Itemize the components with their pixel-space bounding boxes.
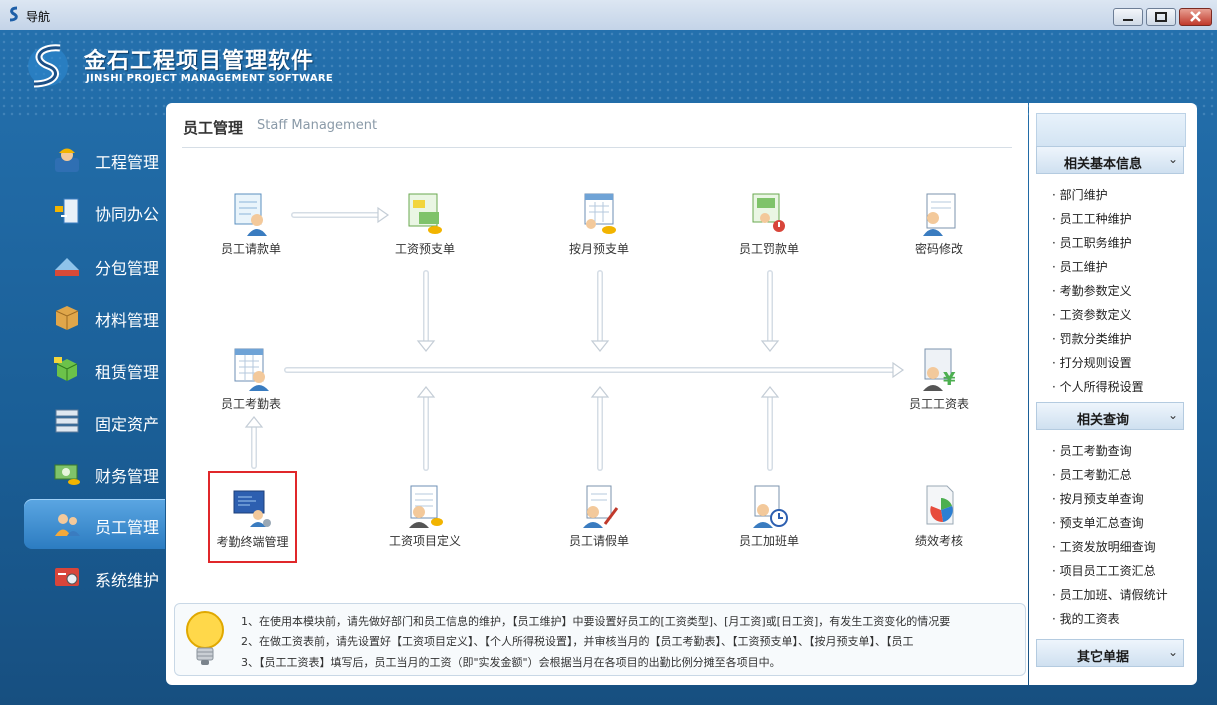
nav-item-subcontract[interactable]: 分包管理 [24, 240, 165, 290]
section-queries-header[interactable]: 相关查询 ⌄ [1036, 402, 1184, 430]
link-department[interactable]: 部门维护 [1052, 186, 1108, 203]
page-subtitle: Staff Management [257, 118, 378, 133]
fn-leave-request[interactable]: 员工请假单 [551, 484, 647, 564]
nav-item-system[interactable]: 系统维护 [24, 552, 165, 602]
app-logo-icon [9, 6, 18, 22]
nav-item-finance[interactable]: 财务管理 [24, 448, 165, 498]
attendance-sheet-icon [234, 348, 269, 391]
subcontract-icon [55, 258, 79, 276]
fn-payroll[interactable]: ¥ 员工工资表 [891, 347, 987, 427]
monthly-advance-icon [584, 193, 616, 234]
side-panel-header [1036, 113, 1186, 147]
fn-overtime[interactable]: 员工加班单 [721, 484, 817, 564]
collaboration-icon [55, 198, 79, 224]
maximize-icon [1155, 12, 1167, 22]
link-overtime-leave-stats[interactable]: 员工加班、请假统计 [1052, 586, 1168, 603]
section-other-docs-header[interactable]: 其它单据 ⌄ [1036, 639, 1184, 667]
page-title: 员工管理 [183, 119, 244, 137]
system-tools-icon [55, 568, 79, 586]
nav-item-engineering[interactable]: 工程管理 [24, 134, 165, 184]
nav-item-leasing[interactable]: 租赁管理 [24, 344, 165, 394]
brand-name: 金石工程项目管理软件 [84, 49, 315, 74]
fn-attendance-sheet[interactable]: 员工考勤表 [203, 347, 299, 427]
engineer-icon [55, 148, 79, 172]
fn-monthly-advance[interactable]: 按月预支单 [551, 192, 647, 272]
brand-name-en: JINSHI PROJECT MANAGEMENT SOFTWARE [86, 73, 334, 84]
close-button[interactable] [1179, 8, 1212, 26]
tips-box: 1、在使用本模块前，请先做好部门和员工信息的维护，【员工维护】中要设置好员工的[… [174, 603, 1026, 676]
window-title: 导航 [26, 10, 51, 24]
maximize-button[interactable] [1146, 8, 1176, 26]
overtime-icon [753, 485, 788, 528]
leasing-cube-icon [54, 357, 78, 381]
nav-item-staff[interactable]: 员工管理 [24, 499, 165, 549]
fn-salary-items[interactable]: 工资项目定义 [377, 484, 473, 564]
window-titlebar: 导航 [0, 0, 1217, 31]
link-attendance-summary[interactable]: 员工考勤汇总 [1052, 466, 1132, 483]
tip-line-2: 2、在做工资表前，请先设置好【工资项目定义】、【个人所得税设置】，并审核当月的【… [241, 635, 914, 648]
fn-salary-advance[interactable]: 工资预支单 [377, 192, 473, 272]
link-income-tax[interactable]: 个人所得税设置 [1052, 378, 1144, 395]
leave-request-icon [583, 485, 619, 528]
nav-item-materials[interactable]: 材料管理 [24, 292, 165, 342]
link-employee[interactable]: 员工维护 [1052, 258, 1108, 275]
password-icon [923, 193, 956, 236]
minimize-icon [1123, 19, 1133, 21]
tip-line-3: 3、【员工工资表】填写后，员工当月的工资（即"实发金额"）会根据当月在各项目的出… [241, 656, 781, 669]
performance-icon [926, 485, 954, 525]
salary-advance-icon [408, 193, 442, 234]
fine-icon [752, 193, 785, 232]
section-basic-info-header[interactable]: 相关基本信息 ⌄ [1036, 146, 1184, 174]
link-advance-summary[interactable]: 预支单汇总查询 [1052, 514, 1144, 531]
fn-loan-request[interactable]: 员工请款单 [203, 192, 299, 272]
nav-item-fixed-assets[interactable]: 固定资产 [24, 396, 165, 446]
chevron-down-icon: ⌄ [1167, 645, 1178, 659]
server-rack-icon [55, 409, 79, 433]
brand-logo-icon [28, 44, 68, 88]
lightbulb-icon [186, 611, 224, 665]
link-position[interactable]: 员工职务维护 [1052, 234, 1132, 251]
fn-attendance-terminal[interactable]: 考勤终端管理 [208, 471, 297, 563]
tip-line-1: 1、在使用本模块前，请先做好部门和员工信息的维护，【员工维护】中要设置好员工的[… [241, 615, 951, 628]
nav-item-collaboration[interactable]: 协同办公 [24, 186, 165, 236]
link-fine-categories[interactable]: 罚款分类维护 [1052, 330, 1132, 347]
payroll-icon: ¥ [923, 348, 956, 391]
fn-fine[interactable]: 员工罚款单 [721, 192, 817, 272]
loan-request-icon [234, 193, 267, 236]
fn-password[interactable]: 密码修改 [891, 192, 987, 272]
fn-performance[interactable]: 绩效考核 [891, 484, 987, 564]
link-job-type[interactable]: 员工工种维护 [1052, 210, 1132, 227]
staff-icon [55, 514, 80, 536]
chevron-down-icon: ⌄ [1167, 408, 1178, 422]
salary-items-icon [409, 485, 443, 528]
attendance-terminal-icon [233, 490, 271, 527]
money-icon [54, 464, 80, 485]
svg-text:¥: ¥ [943, 369, 956, 390]
link-salary-params[interactable]: 工资参数定义 [1052, 306, 1132, 323]
title-divider [182, 147, 1012, 148]
link-attendance-query[interactable]: 员工考勤查询 [1052, 442, 1132, 459]
close-icon [1190, 11, 1201, 22]
chevron-down-icon: ⌄ [1167, 152, 1178, 166]
materials-box-icon [55, 306, 79, 330]
link-attendance-params[interactable]: 考勤参数定义 [1052, 282, 1132, 299]
minimize-button[interactable] [1113, 8, 1143, 26]
link-project-salary[interactable]: 项目员工工资汇总 [1052, 562, 1156, 579]
link-scoring-rules[interactable]: 打分规则设置 [1052, 354, 1132, 371]
link-monthly-advance-query[interactable]: 按月预支单查询 [1052, 490, 1144, 507]
link-salary-detail[interactable]: 工资发放明细查询 [1052, 538, 1156, 555]
link-my-payslip[interactable]: 我的工资表 [1052, 610, 1120, 627]
